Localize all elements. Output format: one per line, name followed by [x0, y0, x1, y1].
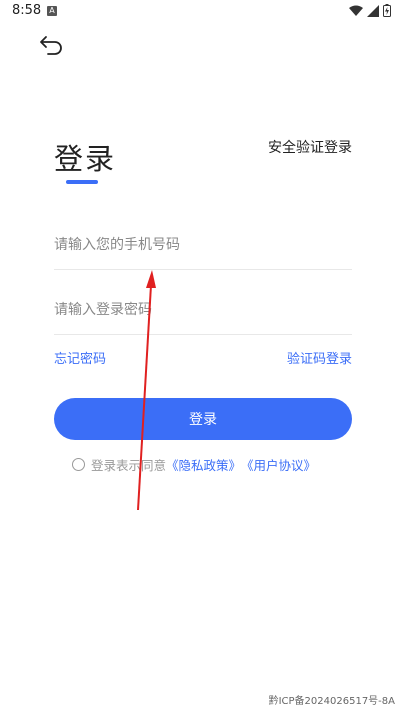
battery-icon — [383, 4, 391, 17]
privacy-policy-link[interactable]: 《隐私政策》 — [166, 455, 241, 474]
password-divider — [54, 334, 352, 335]
code-login-link[interactable]: 验证码登录 — [287, 348, 352, 367]
wifi-icon — [349, 5, 363, 16]
system-icons — [349, 4, 391, 17]
phone-divider — [54, 269, 352, 270]
forgot-password-link[interactable]: 忘记密码 — [54, 348, 106, 367]
notification-icon: A — [47, 6, 57, 16]
status-time: 8:58 — [12, 3, 42, 18]
user-agreement-link[interactable]: 《用户协议》 — [241, 455, 316, 474]
password-input[interactable] — [54, 295, 352, 325]
phone-input[interactable] — [54, 230, 352, 260]
agreement-row: 登录表示同意 《隐私政策》 《用户协议》 — [72, 455, 316, 474]
signal-icon — [367, 4, 379, 17]
icp-footer: 黔ICP备2024026517号-8A — [268, 696, 395, 707]
agreement-radio[interactable] — [72, 458, 85, 471]
status-bar: 8:58 A — [0, 0, 405, 24]
title-underline — [66, 180, 98, 184]
back-icon[interactable] — [38, 33, 66, 57]
secure-verify-login-link[interactable]: 安全验证登录 — [268, 137, 352, 157]
agreement-text: 登录表示同意 — [91, 458, 167, 473]
page-title: 登录 — [54, 142, 117, 176]
login-button[interactable]: 登录 — [54, 398, 352, 440]
